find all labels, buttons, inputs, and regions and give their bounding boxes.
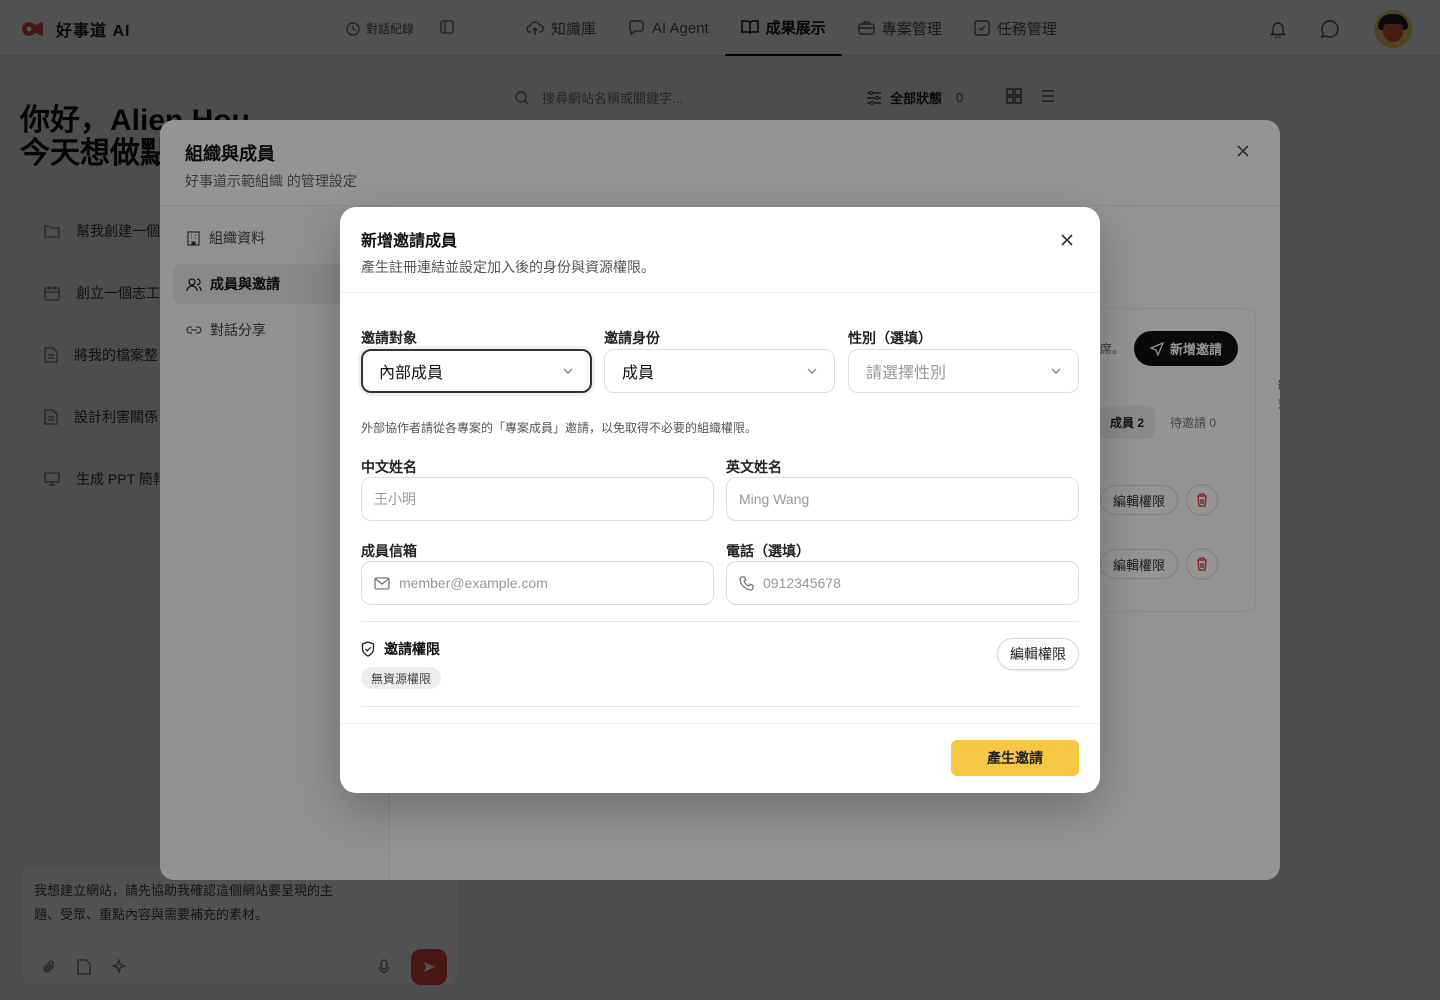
permission-section-title: 邀請權限 — [361, 639, 440, 659]
section-divider — [361, 621, 1079, 622]
edit-permission-button[interactable]: 編輯權限 — [997, 638, 1079, 670]
en-name-field[interactable]: Ming Wang — [726, 477, 1079, 521]
gender-select[interactable]: 請選擇性別 — [848, 349, 1079, 393]
zh-name-placeholder: 王小明 — [374, 491, 416, 507]
email-field[interactable]: member@example.com — [361, 561, 714, 605]
chevron-down-icon — [807, 368, 817, 374]
gender-placeholder: 請選擇性別 — [866, 365, 947, 382]
zh-name-field[interactable]: 王小明 — [361, 477, 714, 521]
close-icon — [1061, 234, 1073, 246]
permission-title-label: 邀請權限 — [384, 641, 440, 657]
gender-label: 性別（選填） — [848, 330, 932, 346]
invite-member-modal: 新增邀請成員 產生註冊連結並設定加入後的身份與資源權限。 邀請對象 邀請身份 性… — [340, 207, 1100, 793]
target-select[interactable]: 內部成員 — [361, 349, 592, 393]
mail-icon — [374, 576, 390, 590]
external-collaborator-hint: 外部協作者請從各專案的「專案成員」邀請，以免取得不必要的組織權限。 — [361, 421, 758, 435]
target-value: 內部成員 — [379, 365, 444, 382]
en-name-placeholder: Ming Wang — [739, 491, 810, 507]
role-select[interactable]: 成員 — [604, 349, 835, 393]
phone-label: 電話（選填） — [726, 543, 810, 559]
email-label: 成員信箱 — [361, 543, 417, 559]
role-value: 成員 — [622, 365, 655, 382]
modal-subtitle: 產生註冊連結並設定加入後的身份與資源權限。 — [361, 259, 655, 275]
target-label: 邀請對象 — [361, 330, 417, 346]
modal-footer-divider — [340, 723, 1100, 724]
role-label: 邀請身份 — [604, 330, 660, 346]
phone-icon — [739, 575, 754, 591]
close-button[interactable] — [1056, 229, 1078, 251]
no-resource-permission-badge: 無資源權限 — [361, 667, 442, 689]
phone-field[interactable]: 0912345678 — [726, 561, 1079, 605]
generate-invite-button[interactable]: 產生邀請 — [951, 740, 1079, 776]
modal-header: 新增邀請成員 產生註冊連結並設定加入後的身份與資源權限。 — [340, 207, 1100, 293]
email-placeholder: member@example.com — [399, 575, 548, 591]
modal-title: 新增邀請成員 — [361, 233, 458, 250]
chevron-down-icon — [1051, 368, 1061, 374]
zh-name-label: 中文姓名 — [361, 459, 417, 475]
section-divider — [361, 706, 1079, 707]
en-name-label: 英文姓名 — [726, 459, 782, 475]
phone-placeholder: 0912345678 — [763, 575, 841, 591]
shield-check-icon — [361, 641, 375, 657]
chevron-down-icon — [563, 368, 573, 374]
